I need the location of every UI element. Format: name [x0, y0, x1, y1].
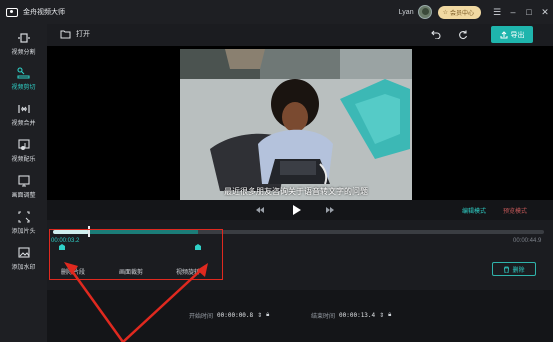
sidebar-item-watermark[interactable]: 添加水印 [0, 246, 47, 276]
export-icon [500, 30, 507, 38]
end-time-label: 结束时间 [311, 314, 336, 320]
video-preview: 最近很多朋友咨询关于语音转文字的问题 [47, 46, 553, 222]
export-button[interactable]: 导出 [491, 26, 533, 43]
crop-icon [17, 174, 31, 188]
play-icon[interactable] [291, 204, 303, 216]
timeline: 00:00:03.2 00:00:44.9 [47, 220, 553, 290]
lock-icon[interactable]: 🔒︎ [388, 312, 391, 319]
sidebar-item-intro[interactable]: 添加片头 [0, 210, 47, 240]
stepper-icon[interactable]: ⇕ [379, 312, 384, 319]
edit-tabs: 删除片段 画面裁剪 视频旋转 删除 [47, 262, 553, 276]
stepper-icon[interactable]: ⇕ [257, 312, 262, 319]
video-frame[interactable]: 最近很多朋友咨询关于语音转文字的问题 [180, 49, 412, 201]
music-icon [17, 138, 31, 152]
export-label: 导出 [510, 31, 525, 39]
refresh-icon[interactable] [456, 28, 469, 41]
end-time-row: 结束时间 00:00:13.4 ⇕ 🔒︎ [311, 311, 391, 320]
sidebar-item-label: 视频配乐 [11, 157, 36, 163]
tab-rotate[interactable]: 视频旋转 [176, 267, 200, 276]
sidebar-item-adjust[interactable]: 画面调整 [0, 174, 47, 204]
rewind-icon[interactable] [254, 204, 266, 216]
vip-center-button[interactable]: ☆ 会员中心 [437, 5, 481, 19]
user-name[interactable]: Lyan [399, 9, 414, 16]
app-logo-icon [6, 7, 18, 17]
sidebar-item-split[interactable]: 视频分割 [0, 31, 47, 61]
title-bar: 金舟视频大师 Lyan ☆ 会员中心 ☰ – □ ✕ [0, 0, 553, 24]
vip-icon: ☆ [442, 9, 448, 16]
start-time-row: 开始时间 00:00:00.8 ⇕ 🔒︎ [189, 311, 269, 320]
playback-controls: 编辑模式 预览模式 [47, 200, 553, 220]
folder-icon [60, 30, 71, 38]
app-title: 金舟视频大师 [23, 9, 65, 16]
split-icon [17, 31, 31, 45]
sidebar-item-music[interactable]: 视频配乐 [0, 138, 47, 168]
subtitle-text: 最近很多朋友咨询关于语音转文字的问题 [224, 187, 368, 196]
avatar[interactable] [417, 5, 432, 19]
tab-crop[interactable]: 画面裁剪 [119, 267, 143, 276]
delete-label: 删除 [512, 267, 525, 274]
delete-button[interactable]: 删除 [492, 262, 536, 276]
watermark-icon [17, 246, 31, 260]
end-time-input[interactable]: 00:00:13.4 [339, 312, 375, 319]
fast-forward-icon[interactable] [324, 204, 336, 216]
undo-icon[interactable] [429, 28, 442, 41]
total-time: 00:00:44.9 [513, 238, 542, 244]
main-area: 打开 导出 最近很多朋友咨询关于语音转文字的问题 编辑模式 预览模式 00:00… [47, 24, 553, 342]
preview-mode-button[interactable]: 预览模式 [503, 206, 527, 215]
sidebar-item-label: 画面调整 [11, 193, 36, 199]
menu-icon[interactable]: ☰ [489, 7, 505, 18]
vip-label: 会员中心 [449, 10, 474, 17]
sidebar-item-label: 添加片头 [11, 229, 36, 235]
sidebar-item-cut[interactable]: 视频剪切 [0, 66, 47, 96]
edit-mode-button[interactable]: 编辑模式 [462, 206, 486, 215]
close-icon[interactable]: ✕ [537, 7, 553, 18]
open-label: 打开 [76, 31, 90, 38]
lock-icon[interactable]: 🔒︎ [266, 312, 269, 319]
maximize-icon[interactable]: □ [521, 7, 537, 17]
minimize-icon[interactable]: – [505, 7, 521, 17]
open-button[interactable]: 打开 [60, 29, 90, 39]
sidebar-item-label: 视频合并 [11, 121, 36, 127]
merge-icon [17, 102, 31, 116]
trash-icon [504, 266, 510, 273]
toolbar: 打开 导出 [47, 24, 553, 46]
video-frame-image [180, 49, 412, 201]
start-time-label: 开始时间 [189, 314, 214, 320]
scissors-icon [16, 66, 31, 80]
intro-icon [17, 210, 31, 224]
sidebar-item-label: 视频分割 [11, 50, 36, 56]
tab-delete-segment[interactable]: 删除片段 [61, 267, 85, 276]
start-time-input[interactable]: 00:00:00.8 [217, 312, 253, 319]
sidebar-item-label: 视频剪切 [11, 85, 36, 91]
sidebar-item-merge[interactable]: 视频合并 [0, 102, 47, 132]
sidebar-item-label: 添加水印 [11, 265, 36, 271]
sidebar: 视频分割 视频剪切 视频合并 视频配乐 画面调整 添加片头 添加水印 [0, 24, 47, 342]
